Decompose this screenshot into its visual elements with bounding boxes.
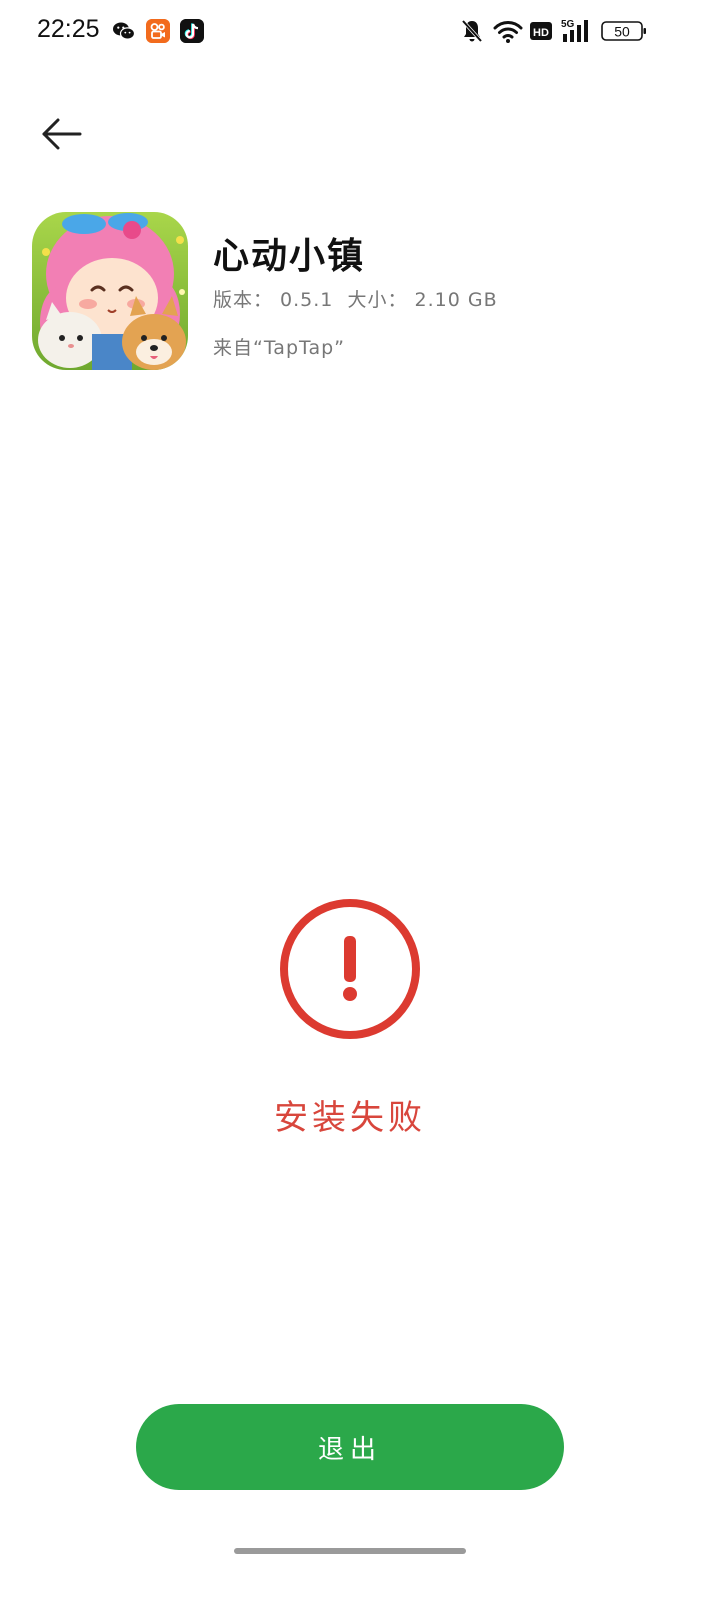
battery-icon: 50 — [601, 21, 646, 41]
app-name: 心动小镇 — [213, 236, 366, 277]
home-indicator[interactable] — [234, 1548, 466, 1554]
arrow-left-icon — [42, 118, 82, 150]
status-bar: 22:25 HD 5G 50 — [0, 0, 720, 64]
app-icon-illustration — [32, 212, 188, 370]
kuaishou-icon — [146, 19, 170, 43]
app-version-size: 版本： 0.5.1 大小： 2.10 GB — [213, 289, 498, 311]
douyin-icon — [180, 19, 204, 43]
signal-5g-icon: 5G — [561, 19, 588, 42]
status-time: 22:25 — [37, 15, 100, 43]
hd-badge-text: HD — [533, 27, 549, 39]
bell-off-icon — [461, 19, 483, 43]
app-source: 来自“TapTap” — [213, 337, 346, 359]
app-icon — [32, 212, 188, 370]
battery-level-text: 50 — [614, 24, 630, 40]
hd-icon: HD — [530, 22, 552, 40]
wifi-icon — [493, 21, 523, 43]
back-button[interactable] — [34, 108, 90, 160]
install-result-screen: 22:25 HD 5G 50 心动小镇 版本： 0.5.1 大小： 2.10 G… — [0, 0, 720, 1612]
network-type-text: 5G — [561, 19, 575, 30]
exit-button[interactable]: 退出 — [136, 1404, 564, 1490]
wechat-icon — [113, 22, 136, 40]
error-circle-icon — [279, 898, 421, 1040]
install-status-text: 安装失败 — [274, 1098, 426, 1138]
